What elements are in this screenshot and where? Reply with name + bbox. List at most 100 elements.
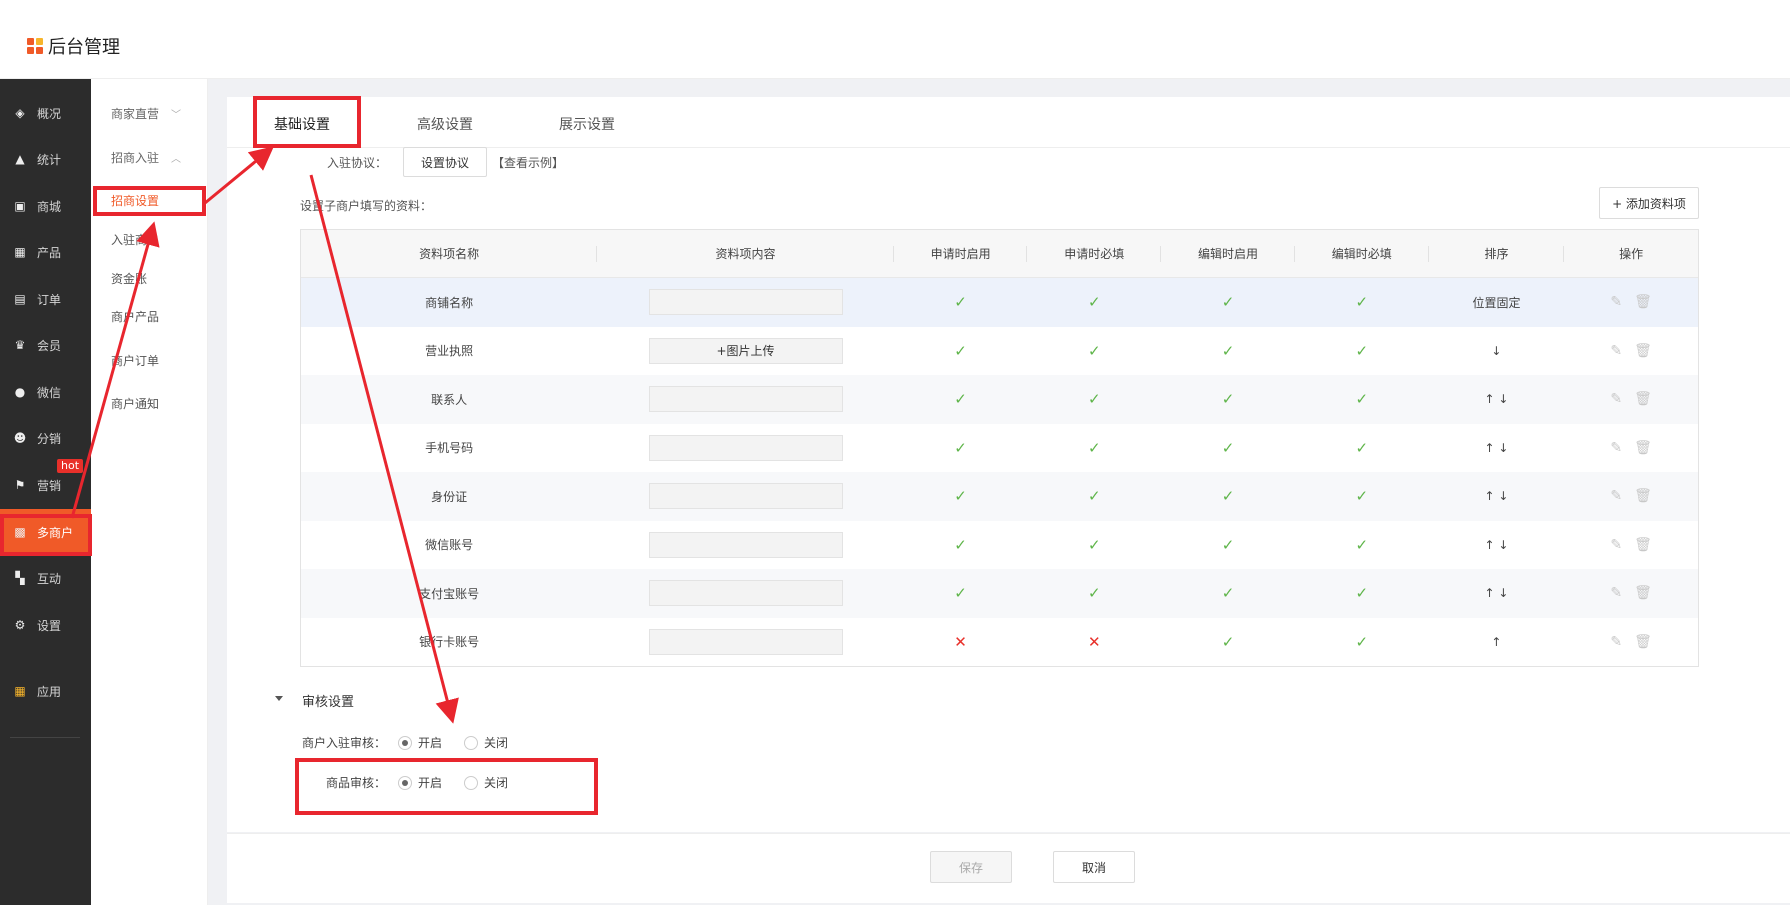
submenu-item-merchants[interactable]: 入驻商户 bbox=[111, 231, 159, 248]
submenu-item-merchant-notices[interactable]: 商户通知 bbox=[111, 395, 159, 412]
submenu-item-funds[interactable]: 资金账 bbox=[111, 270, 147, 287]
sidebar-item-members[interactable]: ♛ 会员 bbox=[0, 322, 91, 368]
set-agreement-button[interactable]: 设置协议 bbox=[403, 147, 487, 177]
apply-enable-cell[interactable]: ✓ bbox=[894, 521, 1028, 570]
sort-cell[interactable]: ↓ bbox=[1429, 327, 1565, 376]
check-icon: ✓ bbox=[954, 438, 967, 457]
edit-required-cell[interactable]: ✓ bbox=[1295, 278, 1429, 327]
cancel-button[interactable]: 取消 bbox=[1053, 851, 1135, 883]
edit-required-cell[interactable]: ✓ bbox=[1295, 618, 1429, 667]
apply-required-cell[interactable]: ✓ bbox=[1027, 569, 1161, 618]
edit-enable-cell[interactable]: ✓ bbox=[1161, 375, 1295, 424]
sidebar-item-products[interactable]: ▦ 产品 bbox=[0, 229, 91, 275]
trash-icon[interactable]: 🗑 bbox=[1634, 343, 1652, 359]
sidebar-item-interaction[interactable]: ▚ 互动 bbox=[0, 555, 91, 601]
edit-enable-cell[interactable]: ✓ bbox=[1161, 472, 1295, 521]
apply-required-cell[interactable]: ✓ bbox=[1027, 375, 1161, 424]
trash-icon[interactable]: 🗑 bbox=[1634, 585, 1652, 601]
field-content-input[interactable] bbox=[648, 289, 843, 316]
edit-icon[interactable]: ✎ bbox=[1610, 585, 1622, 601]
field-content-input[interactable] bbox=[648, 531, 843, 558]
edit-enable-cell[interactable]: ✓ bbox=[1161, 424, 1295, 473]
table-row: 银行卡账号 ✕ ✕ ✓ ✓ ↑ ✎ 🗑 bbox=[301, 617, 1698, 667]
apply-required-cell[interactable]: ✓ bbox=[1027, 278, 1161, 327]
edit-enable-cell[interactable]: ✓ bbox=[1161, 327, 1295, 376]
edit-icon[interactable]: ✎ bbox=[1610, 440, 1622, 456]
edit-icon[interactable]: ✎ bbox=[1610, 634, 1622, 650]
trash-icon[interactable]: 🗑 bbox=[1634, 488, 1652, 504]
apply-required-cell[interactable]: ✓ bbox=[1027, 472, 1161, 521]
merchant-review-on-radio[interactable] bbox=[398, 735, 413, 750]
trash-icon[interactable]: 🗑 bbox=[1634, 537, 1652, 553]
tab-display-settings[interactable]: 展示设置 bbox=[559, 114, 615, 134]
submenu-item-merchant-products[interactable]: 商户产品 bbox=[111, 308, 159, 325]
sort-cell[interactable]: ↑ ↓ bbox=[1429, 424, 1565, 473]
field-content-input[interactable] bbox=[648, 386, 843, 413]
field-content-input[interactable] bbox=[648, 434, 843, 461]
sort-cell[interactable]: 位置固定 bbox=[1429, 278, 1565, 327]
apply-enable-cell[interactable]: ✓ bbox=[894, 424, 1028, 473]
submenu-item-merchant-orders[interactable]: 商户订单 bbox=[111, 352, 159, 369]
sidebar-item-orders[interactable]: ▤ 订单 bbox=[0, 276, 91, 322]
edit-required-cell[interactable]: ✓ bbox=[1295, 327, 1429, 376]
edit-required-cell[interactable]: ✓ bbox=[1295, 472, 1429, 521]
trash-icon[interactable]: 🗑 bbox=[1634, 391, 1652, 407]
edit-enable-cell[interactable]: ✓ bbox=[1161, 278, 1295, 327]
tab-advanced-settings[interactable]: 高级设置 bbox=[417, 114, 473, 134]
apply-enable-cell[interactable]: ✕ bbox=[894, 618, 1028, 667]
image-upload-button[interactable]: +图片上传 bbox=[648, 337, 843, 364]
edit-icon[interactable]: ✎ bbox=[1610, 391, 1622, 407]
edit-enable-cell[interactable]: ✓ bbox=[1161, 569, 1295, 618]
edit-icon[interactable]: ✎ bbox=[1610, 537, 1622, 553]
merchant-review-off-radio[interactable] bbox=[464, 735, 479, 750]
apply-required-cell[interactable]: ✕ bbox=[1027, 618, 1161, 667]
edit-required-cell[interactable]: ✓ bbox=[1295, 569, 1429, 618]
field-content-input[interactable] bbox=[648, 628, 843, 655]
sidebar-item-store[interactable]: ▣ 商城 bbox=[0, 183, 91, 229]
apply-required-cell[interactable]: ✓ bbox=[1027, 424, 1161, 473]
edit-required-cell[interactable]: ✓ bbox=[1295, 521, 1429, 570]
sort-cell[interactable]: ↑ ↓ bbox=[1429, 375, 1565, 424]
sidebar-item-overview[interactable]: ◈ 概况 bbox=[0, 90, 91, 136]
edit-icon[interactable]: ✎ bbox=[1610, 294, 1622, 310]
edit-enable-cell[interactable]: ✓ bbox=[1161, 618, 1295, 667]
apply-enable-cell[interactable]: ✓ bbox=[894, 278, 1028, 327]
edit-required-cell[interactable]: ✓ bbox=[1295, 424, 1429, 473]
sort-cell[interactable]: ↑ ↓ bbox=[1429, 521, 1565, 570]
field-content-input[interactable] bbox=[648, 483, 843, 510]
sidebar-item-stats[interactable]: ▲ 统计 bbox=[0, 136, 91, 182]
view-example-link[interactable]: 【查看示例】 bbox=[492, 154, 564, 171]
check-icon: ✓ bbox=[1088, 341, 1101, 360]
collapse-caret-icon[interactable] bbox=[275, 696, 283, 701]
apply-enable-cell[interactable]: ✓ bbox=[894, 327, 1028, 376]
sidebar-item-distribution[interactable]: ☻ 分销 bbox=[0, 415, 91, 461]
submenu-group-join[interactable]: 招商入驻 ︿ bbox=[111, 149, 181, 166]
apply-required-cell[interactable]: ✓ bbox=[1027, 327, 1161, 376]
apply-enable-cell[interactable]: ✓ bbox=[894, 375, 1028, 424]
sidebar-item-wechat[interactable]: ● 微信 bbox=[0, 369, 91, 415]
edit-enable-cell[interactable]: ✓ bbox=[1161, 521, 1295, 570]
trash-icon[interactable]: 🗑 bbox=[1634, 294, 1652, 310]
edit-required-cell[interactable]: ✓ bbox=[1295, 375, 1429, 424]
submenu-group-direct[interactable]: 商家直营 ﹀ bbox=[111, 105, 181, 122]
apply-enable-cell[interactable]: ✓ bbox=[894, 569, 1028, 618]
apply-enable-cell[interactable]: ✓ bbox=[894, 472, 1028, 521]
apply-required-cell[interactable]: ✓ bbox=[1027, 521, 1161, 570]
field-content-input[interactable] bbox=[648, 580, 843, 607]
sort-cell[interactable]: ↑ ↓ bbox=[1429, 472, 1565, 521]
sort-cell[interactable]: ↑ ↓ bbox=[1429, 569, 1565, 618]
check-icon: ✓ bbox=[1088, 487, 1101, 506]
sort-cell[interactable]: ↑ bbox=[1429, 618, 1565, 667]
annotation-box-product-review bbox=[295, 758, 598, 815]
sidebar-item-apps[interactable]: ▦ 应用 bbox=[0, 668, 91, 714]
edit-icon[interactable]: ✎ bbox=[1610, 488, 1622, 504]
table-header: 资料项名称 资料项内容 申请时启用 申请时必填 编辑时启用 编辑时必填 排序 操… bbox=[301, 230, 1698, 278]
trash-icon[interactable]: 🗑 bbox=[1634, 440, 1652, 456]
edit-icon[interactable]: ✎ bbox=[1610, 343, 1622, 359]
sidebar-item-settings[interactable]: ⚙ 设置 bbox=[0, 602, 91, 648]
save-button[interactable]: 保存 bbox=[930, 851, 1012, 883]
trash-icon[interactable]: 🗑 bbox=[1634, 634, 1652, 650]
actions-cell: ✎ 🗑 bbox=[1564, 424, 1698, 473]
check-icon: ✓ bbox=[954, 390, 967, 409]
add-field-button[interactable]: + 添加资料项 bbox=[1599, 187, 1699, 219]
